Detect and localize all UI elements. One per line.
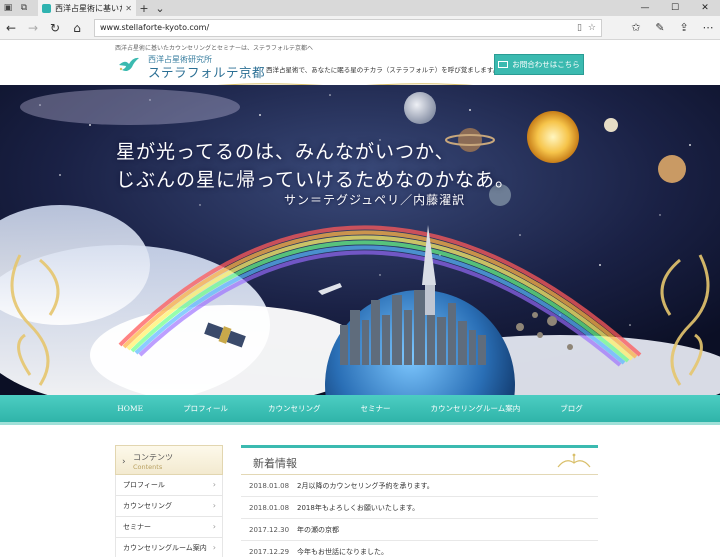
news-text[interactable]: 今年もお世話になりました。: [293, 547, 598, 557]
sidebar-item-counseling[interactable]: カウンセリング ›: [115, 496, 223, 517]
share-icon[interactable]: ⇪: [672, 17, 696, 39]
tab-title: 西洋占星術に基いたカウン: [55, 3, 122, 13]
site-favicon-icon: [42, 3, 51, 13]
contact-label: お問合わせはこちら: [512, 60, 580, 69]
browser-tab[interactable]: 西洋占星術に基いたカウン ✕: [38, 0, 136, 16]
back-tabs-icon[interactable]: ⧉: [16, 0, 32, 16]
window-controls: — ☐ ✕: [630, 0, 720, 16]
hero-quote-line-1: 星が光ってるのは、みんながいつか、: [116, 141, 455, 163]
sidebar-item-label: カウンセリングルーム案内: [123, 544, 207, 552]
sidebar-heading-title: コンテンツ: [133, 453, 173, 462]
news-date: 2017.12.29: [249, 547, 290, 556]
favorite-star-icon[interactable]: ☆: [588, 23, 596, 33]
close-window-icon[interactable]: ✕: [690, 0, 720, 16]
chevron-right-icon: ›: [122, 457, 126, 467]
nav-counseling-room[interactable]: カウンセリングルーム案内: [410, 403, 540, 414]
news-item[interactable]: 2017.12.30 年の瀬の京都: [241, 519, 598, 541]
close-tab-icon[interactable]: ✕: [125, 4, 132, 13]
sidebar-item-profile[interactable]: プロフィール ›: [115, 475, 223, 496]
news-text[interactable]: 2月以降のカウンセリング予約を承ります。: [293, 481, 598, 491]
header-description: 西洋占星術で、あなたに眠る星のチカラ（ステラフォルテ）を呼び覚まします。: [266, 66, 500, 74]
address-bar[interactable]: www.stellaforte-kyoto.com/ ▯ ☆: [94, 18, 602, 37]
sidebar-heading: › コンテンツ Contents: [115, 445, 223, 475]
minimize-icon[interactable]: —: [630, 0, 660, 16]
chevron-right-icon: ›: [212, 522, 216, 531]
chevron-right-icon: ›: [212, 480, 216, 489]
website: 西洋占星術に基いたカウンセリングとセミナーは、ステラフォルテ京都へ 西洋占星術研…: [0, 41, 720, 557]
favorites-icon[interactable]: ✩: [624, 17, 648, 39]
bird-logo-icon[interactable]: [117, 55, 141, 75]
news-title: 新着情報: [253, 457, 297, 470]
mail-icon: [498, 61, 509, 68]
sidebar-heading-subtitle: Contents: [133, 463, 163, 471]
hero-quote-author: サン＝テグジュペリ／内藤濯訳: [284, 193, 466, 207]
gold-flourish-icon: [557, 453, 591, 468]
hero-quote-line-2: じぶんの星に帰っていけるためなのかなあ。: [116, 169, 516, 191]
nav-home[interactable]: HOME: [117, 404, 163, 413]
news-item[interactable]: 2017.12.29 今年もお世話になりました。: [241, 541, 598, 557]
header-tagline: 西洋占星術に基いたカウンセリングとセミナーは、ステラフォルテ京都へ: [115, 45, 314, 52]
nav-seminar[interactable]: セミナー: [340, 403, 410, 414]
hero-banner: 星が光ってるのは、みんながいつか、 じぶんの星に帰っていけるためなのかなあ。 サ…: [0, 85, 720, 397]
global-navigation: HOME プロフィール カウンセリング セミナー カウンセリングルーム案内 ブロ…: [0, 395, 720, 425]
browser-nav-bar: ← → ↻ ⌂ www.stellaforte-kyoto.com/ ▯ ☆ ✩…: [0, 16, 720, 40]
sidebar-item-label: プロフィール: [123, 481, 165, 489]
nav-profile[interactable]: プロフィール: [163, 403, 248, 414]
sidebar: › コンテンツ Contents プロフィール › カウンセリング › セミナー…: [115, 445, 223, 557]
chevron-right-icon: ›: [212, 501, 216, 510]
news-item[interactable]: 2018.01.08 2018年もよろしくお願いいたします。: [241, 497, 598, 519]
news-text[interactable]: 2018年もよろしくお願いいたします。: [293, 503, 598, 513]
news-text[interactable]: 年の瀬の京都: [293, 525, 598, 535]
sidebar-item-seminar[interactable]: セミナー ›: [115, 517, 223, 538]
space-scene-illustration: [0, 85, 720, 397]
contact-button[interactable]: お問合わせはこちら: [494, 54, 584, 75]
new-tab-button[interactable]: +: [136, 2, 152, 15]
refresh-icon[interactable]: ↻: [44, 17, 66, 39]
sidebar-item-label: カウンセリング: [123, 502, 172, 510]
news-date: 2018.01.08: [249, 503, 290, 512]
nav-blog[interactable]: ブログ: [540, 403, 603, 414]
site-header: 西洋占星術に基いたカウンセリングとセミナーは、ステラフォルテ京都へ 西洋占星術研…: [0, 41, 720, 90]
tab-preview-chevron-icon[interactable]: ⌄: [152, 2, 168, 15]
forward-arrow-icon[interactable]: →: [22, 17, 44, 39]
news-list: 2018.01.08 2月以降のカウンセリング予約を承ります。 2018.01.…: [241, 475, 598, 557]
home-icon[interactable]: ⌂: [66, 17, 88, 39]
sidebar-item-label: セミナー: [123, 523, 151, 531]
news-item[interactable]: 2018.01.08 2月以降のカウンセリング予約を承ります。: [241, 475, 598, 497]
chevron-right-icon: ›: [212, 543, 216, 552]
notes-icon[interactable]: ✎: [648, 17, 672, 39]
maximize-icon[interactable]: ☐: [660, 0, 690, 16]
tab-actions-icon[interactable]: ▣: [0, 0, 16, 16]
back-arrow-icon[interactable]: ←: [0, 17, 22, 39]
news-section: 新着情報 2018.01.08 2月以降のカウンセリング予約を承ります。 201…: [241, 445, 598, 557]
news-top-border: [241, 445, 598, 448]
nav-counseling[interactable]: カウンセリング: [248, 403, 341, 414]
news-date: 2017.12.30: [249, 525, 290, 534]
sidebar-item-counseling-room[interactable]: カウンセリングルーム案内 ›: [115, 538, 223, 557]
url-text: www.stellaforte-kyoto.com/: [100, 23, 210, 32]
logo-title[interactable]: ステラフォルテ京都: [148, 62, 265, 81]
reading-view-icon[interactable]: ▯: [577, 23, 582, 33]
browser-tab-bar: ▣ ⧉ 西洋占星術に基いたカウン ✕ + ⌄ — ☐ ✕: [0, 0, 720, 16]
more-icon[interactable]: ⋯: [696, 17, 720, 39]
news-date: 2018.01.08: [249, 481, 290, 490]
